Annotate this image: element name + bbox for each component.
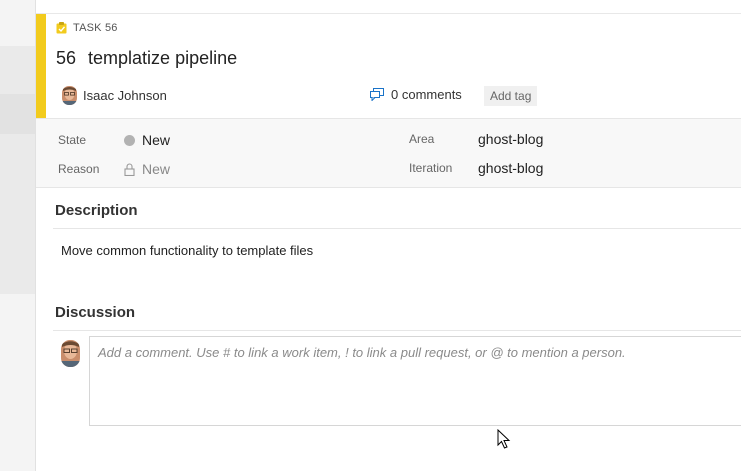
work-item-header: TASK 56 56 templatize pipeline Isaac Joh… [36,13,741,118]
description-header[interactable]: Description [55,202,138,219]
task-clipboard-icon [56,22,67,34]
work-item-id: 56 [56,48,77,68]
description-divider [53,228,741,229]
work-item-meta-row: Isaac Johnson 0 comments Add tag [56,86,736,106]
lock-icon [124,162,135,176]
avatar [61,340,80,367]
area-field[interactable]: Area ghost-blog [409,129,543,149]
comment-input[interactable] [89,336,741,426]
comments-icon [370,88,384,101]
assignee-picker[interactable]: Isaac Johnson [62,86,167,105]
iteration-value[interactable]: ghost-blog [478,160,543,176]
avatar [62,86,77,105]
work-item-type-label: TASK 56 [73,22,118,34]
reason-field: Reason New [58,159,170,179]
discussion-divider [53,330,741,331]
work-item-type-accent-bar [36,14,46,118]
work-item-title[interactable]: templatize pipeline [88,48,237,69]
gutter-item[interactable] [0,134,35,294]
reason-value-text: New [142,161,171,177]
state-value[interactable]: New [124,132,170,148]
comments-count: 0 comments [391,87,462,102]
left-navigation-gutter [0,0,36,471]
work-item-type-row: TASK 56 [56,22,118,34]
work-item-panel: TASK 56 56 templatize pipeline Isaac Joh… [36,0,741,471]
reason-label: Reason [58,162,100,176]
mouse-cursor-icon [497,429,511,449]
add-tag-button[interactable]: Add tag [484,86,538,106]
area-label: Area [409,132,435,146]
area-value[interactable]: ghost-blog [478,131,543,147]
work-item-title-row: 56 templatize pipeline [56,48,237,69]
description-body[interactable]: Move common functionality to template fi… [61,243,313,258]
state-value-text: New [142,132,171,148]
state-dot-icon [124,134,135,146]
gutter-item-selected[interactable] [0,94,35,134]
work-item-fields: State New Reason New Area ghost-blog Ite… [36,118,741,188]
comments-link[interactable]: 0 comments [370,87,462,102]
state-label: State [58,133,87,147]
iteration-label: Iteration [409,161,453,175]
discussion-header[interactable]: Discussion [55,304,135,321]
reason-value: New [124,161,170,177]
iteration-field[interactable]: Iteration ghost-blog [409,158,543,178]
state-field[interactable]: State New [58,130,170,150]
gutter-item[interactable] [0,46,35,94]
assignee-name: Isaac Johnson [83,88,167,103]
